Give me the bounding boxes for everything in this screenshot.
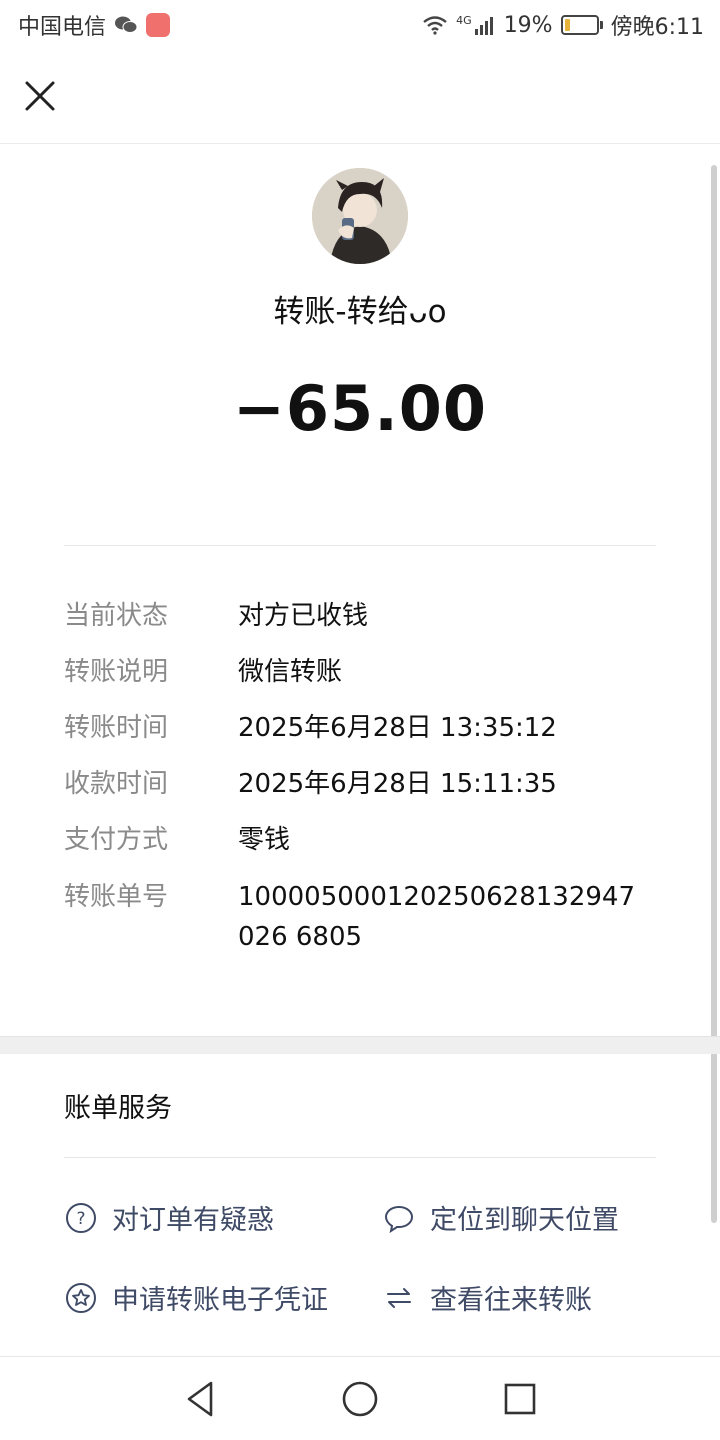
detail-label: 当前状态 — [64, 601, 169, 631]
detail-value: 微信转账 — [238, 657, 343, 687]
question-circle-icon: ? — [64, 1201, 98, 1235]
detail-value: 对方已收钱 — [238, 601, 369, 631]
detail-label: 收款时间 — [64, 769, 169, 799]
detail-label: 转账时间 — [64, 713, 169, 743]
system-navigation-bar — [0, 1356, 720, 1440]
svg-text:?: ? — [76, 1209, 85, 1229]
close-icon — [25, 81, 55, 111]
signal-icon — [474, 17, 493, 35]
service-label: 查看往来转账 — [430, 1285, 592, 1316]
recents-square-icon[interactable] — [500, 1379, 540, 1419]
chat-bubble-icon — [382, 1201, 416, 1235]
detail-label: 转账说明 — [64, 657, 169, 687]
avatar-image — [312, 168, 408, 264]
service-label: 对订单有疑惑 — [112, 1205, 274, 1236]
notification-app-icon — [146, 13, 171, 37]
divider — [64, 545, 656, 546]
home-circle-icon[interactable] — [340, 1379, 380, 1419]
star-circle-icon — [64, 1281, 98, 1315]
detail-row-order-number: 转账单号 100005000120250628132947026 6805 — [0, 877, 720, 957]
network-type-label: 4G — [456, 13, 472, 27]
clock: 傍晚6:11 — [610, 15, 704, 40]
service-label: 申请转账电子凭证 — [112, 1285, 328, 1316]
battery-icon — [560, 15, 603, 35]
transfer-amount: −65.00 — [232, 372, 488, 445]
carrier-label: 中国电信 — [18, 15, 107, 40]
battery-cap — [599, 21, 603, 29]
swap-arrows-icon — [382, 1281, 416, 1315]
wifi-icon — [423, 16, 447, 35]
service-locate-chat[interactable]: 定位到聊天位置 — [382, 1198, 619, 1237]
section-divider — [0, 1036, 720, 1054]
detail-value: 2025年6月28日 15:11:35 — [238, 769, 557, 799]
order-number-value: 100005000120250628132947026 6805 — [238, 882, 636, 952]
status-right: 4G 19% 傍晚6:11 — [422, 9, 704, 41]
service-request-receipt[interactable]: 申请转账电子凭证 — [64, 1278, 328, 1317]
service-label: 定位到聊天位置 — [430, 1205, 619, 1236]
battery-percent: 19% — [503, 12, 553, 38]
detail-value: 零钱 — [238, 825, 291, 855]
top-header — [0, 50, 720, 144]
detail-value: 2025年6月28日 13:35:12 — [238, 713, 557, 743]
detail-label: 转账单号 — [64, 882, 169, 912]
battery-body — [560, 15, 599, 35]
battery-fill — [564, 19, 571, 31]
services-title: 账单服务 — [64, 1093, 172, 1124]
service-view-transfers[interactable]: 查看往来转账 — [382, 1278, 592, 1317]
back-triangle-icon[interactable] — [181, 1379, 221, 1419]
wechat-icon — [115, 16, 138, 33]
service-order-question[interactable]: ? 对订单有疑惑 — [64, 1198, 274, 1237]
status-left: 中国电信 — [18, 9, 171, 41]
status-bar: 中国电信 4G 19% 傍晚6:11 — [0, 0, 720, 50]
divider — [64, 1157, 656, 1158]
payee-title: 转账-转给ᴗo — [273, 294, 447, 330]
avatar — [312, 168, 408, 264]
close-button[interactable] — [22, 78, 58, 114]
transfer-detail-page: 中国电信 4G 19% 傍晚6:11 转账-转给ᴗo −65.00 当前状态 对… — [0, 0, 720, 1440]
detail-label: 支付方式 — [64, 825, 169, 855]
